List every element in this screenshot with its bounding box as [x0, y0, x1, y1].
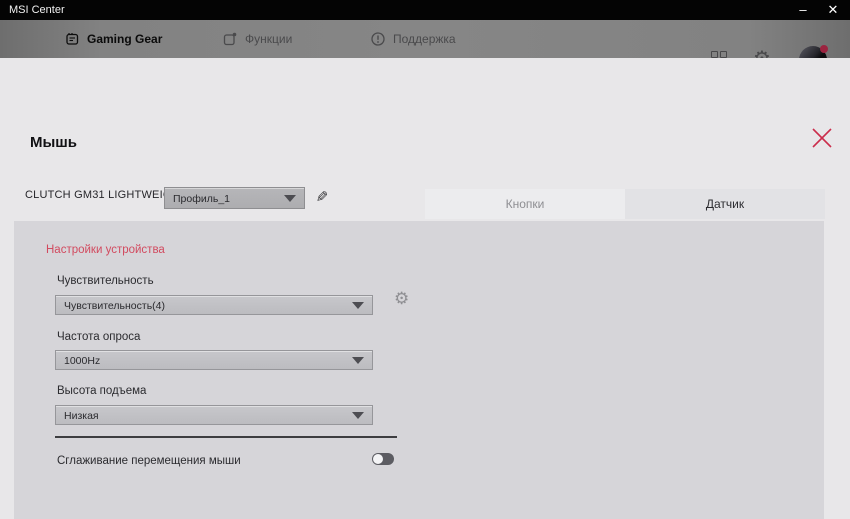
sensitivity-gear-icon[interactable]: ⚙	[394, 289, 409, 309]
chevron-down-icon	[284, 195, 296, 202]
tab-sensor[interactable]: Датчик	[625, 189, 825, 219]
lift-off-dropdown-value: Низкая	[64, 406, 348, 426]
polling-rate-dropdown[interactable]: 1000Hz	[55, 350, 373, 370]
window-close-icon[interactable]: ✕	[820, 0, 846, 20]
device-name: CLUTCH GM31 LIGHTWEIGHT	[25, 189, 187, 201]
section-title: Настройки устройства	[46, 244, 165, 256]
navbar: Gaming Gear Функции Поддержка ⚙	[0, 20, 850, 58]
motion-sync-toggle[interactable]	[372, 453, 394, 465]
nav-item-support[interactable]: Поддержка	[370, 20, 456, 58]
notification-dot	[820, 45, 828, 53]
sensor-settings-panel: Настройки устройства Чувствительность Чу…	[14, 221, 824, 519]
tab-buttons[interactable]: Кнопки	[425, 189, 625, 219]
profile-dropdown-value: Профиль_1	[173, 188, 280, 210]
nav-item-label: Функции	[245, 32, 292, 46]
nav-item-label: Gaming Gear	[87, 32, 162, 46]
nav-item-gaming-gear[interactable]: Gaming Gear	[64, 20, 162, 58]
nav-item-label: Поддержка	[393, 32, 456, 46]
sensitivity-dropdown[interactable]: Чувствительность(4)	[55, 295, 373, 315]
polling-rate-dropdown-value: 1000Hz	[64, 351, 348, 371]
profile-dropdown[interactable]: Профиль_1	[164, 187, 305, 209]
panel-close-icon[interactable]	[808, 124, 836, 152]
motion-sync-label: Сглаживание перемещения мыши	[57, 455, 241, 467]
mouse-settings-page: Мышь CLUTCH GM31 LIGHTWEIGHT Профиль_1 ✎…	[0, 58, 850, 519]
chevron-down-icon	[352, 357, 364, 364]
polling-rate-label: Частота опроса	[57, 331, 140, 343]
minimize-icon[interactable]: –	[790, 0, 816, 20]
nav-item-functions[interactable]: Функции	[222, 20, 292, 58]
widget-icon	[222, 31, 238, 47]
app-title: MSI Center	[9, 0, 65, 20]
exclamation-circle-icon	[370, 31, 386, 47]
divider	[55, 436, 397, 438]
titlebar: MSI Center – ✕	[0, 0, 850, 20]
lift-off-dropdown[interactable]: Низкая	[55, 405, 373, 425]
edit-profile-pencil-icon[interactable]: ✎	[312, 187, 332, 209]
toggle-knob	[373, 454, 383, 464]
chevron-down-icon	[352, 412, 364, 419]
lift-off-label: Высота подъема	[57, 385, 146, 397]
sensitivity-label: Чувствительность	[57, 275, 154, 287]
sensitivity-dropdown-value: Чувствительность(4)	[64, 296, 348, 316]
chevron-down-icon	[352, 302, 364, 309]
gamepad-device-icon	[64, 31, 80, 47]
page-title: Мышь	[30, 134, 77, 151]
